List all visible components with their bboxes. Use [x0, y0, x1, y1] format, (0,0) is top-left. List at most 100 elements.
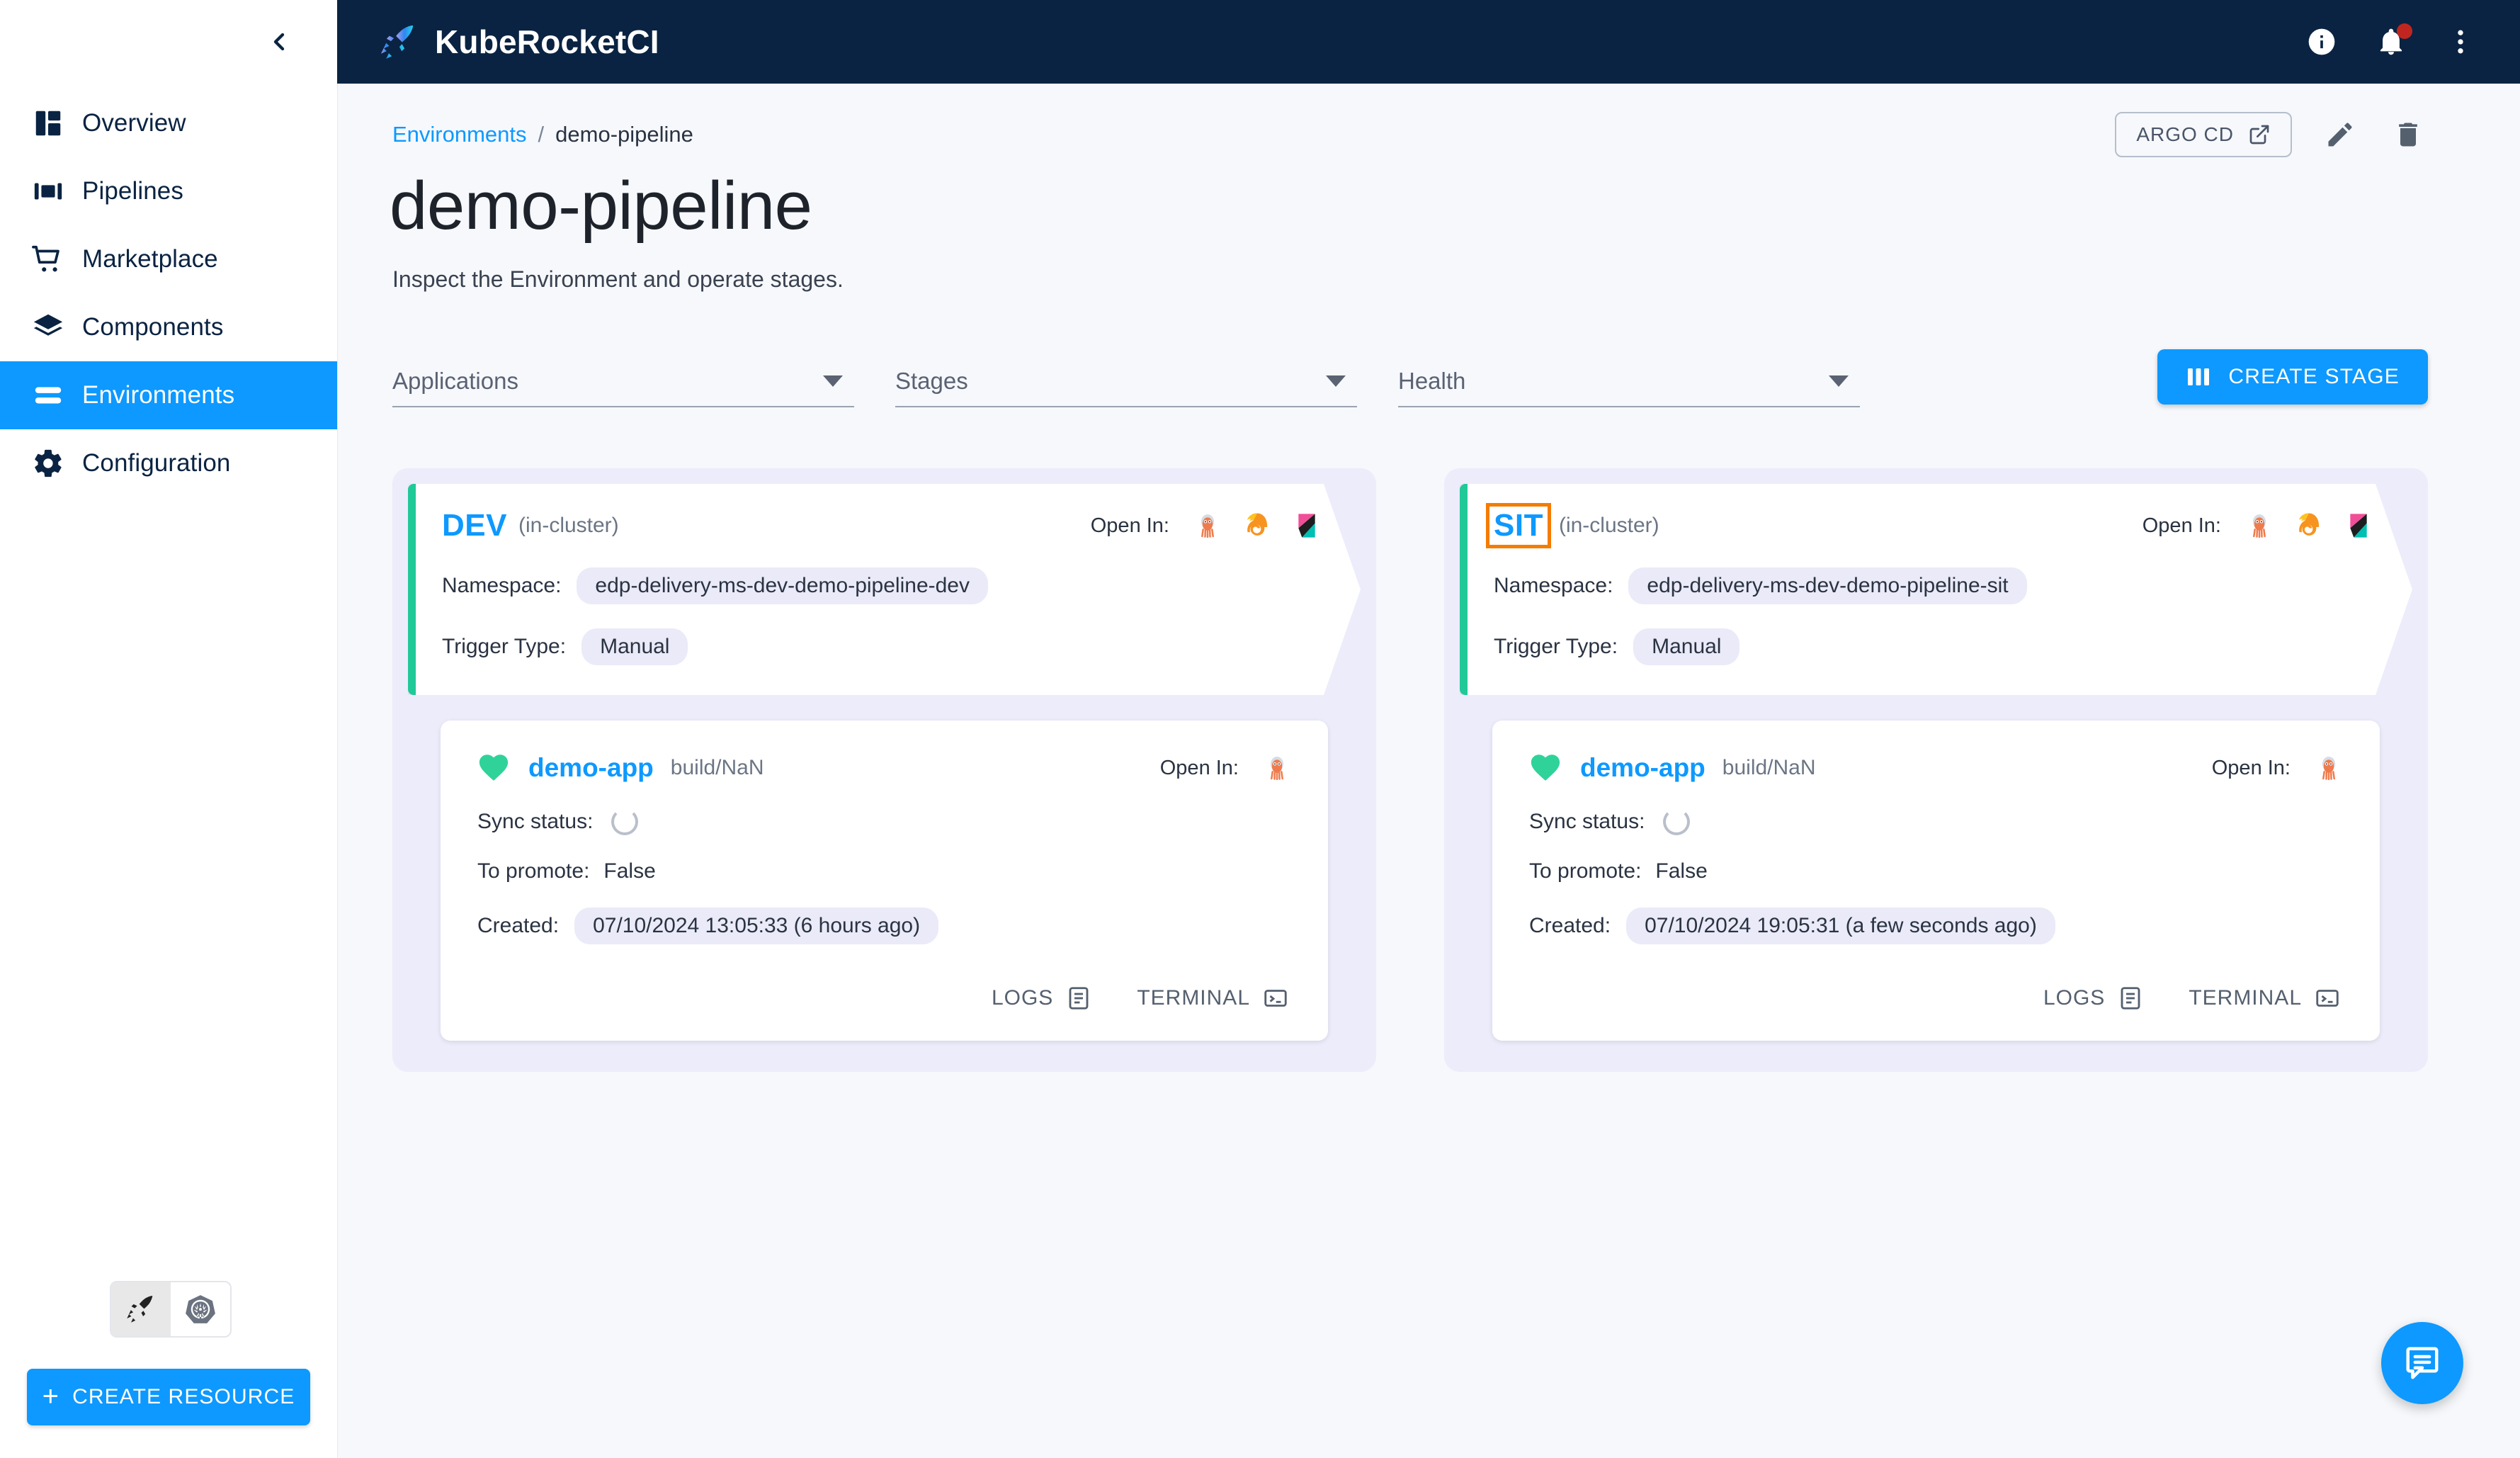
- view-toggle-group: [110, 1281, 232, 1338]
- trash-icon: [2393, 119, 2424, 150]
- sidebar-item-label: Overview: [82, 109, 186, 137]
- trigger-type-value: Manual: [581, 628, 688, 665]
- argocd-icon[interactable]: [1263, 754, 1291, 782]
- health-filter[interactable]: Health: [1398, 356, 1860, 407]
- application-build: build/NaN: [670, 756, 764, 779]
- namespace-value: edp-delivery-ms-dev-demo-pipeline-dev: [577, 567, 988, 604]
- stage-header-inner: DEV (in-cluster) Open In: Namespace: edp…: [408, 508, 1361, 665]
- stage-card: DEV (in-cluster) Open In: Namespace: edp…: [392, 468, 1376, 1072]
- stage-header-inner: SIT (in-cluster) Open In: Namespace: edp…: [1460, 508, 2412, 665]
- stages-filter[interactable]: Stages: [895, 356, 1357, 407]
- chevron-down-icon: [823, 375, 843, 387]
- notification-badge: [2397, 23, 2412, 39]
- logs-label: LOGS: [2043, 986, 2106, 1010]
- sidebar-item-label: Pipelines: [82, 177, 183, 205]
- stage-open-in: Open In:: [1091, 512, 1321, 540]
- logs-button[interactable]: LOGS: [989, 983, 1094, 1014]
- sidebar: Overview Pipelines Marketplace Component…: [0, 0, 337, 1458]
- external-link-icon: [2248, 123, 2271, 146]
- created-value: 07/10/2024 19:05:31 (a few seconds ago): [1626, 908, 2055, 944]
- sidebar-nav: Overview Pipelines Marketplace Component…: [0, 84, 337, 497]
- create-resource-button[interactable]: + CREATE RESOURCE: [27, 1369, 310, 1425]
- sidebar-collapse-button[interactable]: [0, 0, 337, 84]
- stage-trigger-row: Trigger Type: Manual: [1494, 628, 2373, 665]
- trigger-type-label: Trigger Type:: [442, 635, 567, 658]
- application-name-link[interactable]: demo-app: [528, 753, 654, 783]
- pencil-icon: [2325, 119, 2356, 150]
- kubernetes-icon: [184, 1293, 217, 1326]
- to-promote-row: To promote: False: [477, 859, 1291, 883]
- topbar: KubeRocketCI: [337, 0, 2520, 84]
- sidebar-item-environments[interactable]: Environments: [0, 361, 337, 429]
- stages-list: DEV (in-cluster) Open In: Namespace: edp…: [392, 468, 2428, 1072]
- sidebar-item-configuration[interactable]: Configuration: [0, 429, 337, 497]
- chevron-down-icon: [1326, 375, 1346, 387]
- argo-cd-button[interactable]: ARGO CD: [2115, 112, 2292, 157]
- stage-name-link[interactable]: SIT: [1494, 508, 1543, 543]
- page-title: demo-pipeline: [390, 168, 812, 244]
- stage-header: SIT (in-cluster) Open In: Namespace: edp…: [1460, 484, 2412, 695]
- namespace-label: Namespace:: [442, 574, 562, 597]
- view-toggle-rocket[interactable]: [111, 1282, 171, 1336]
- rocket-pen-icon: [125, 1293, 157, 1326]
- grafana-icon[interactable]: [1243, 512, 1271, 540]
- terminal-button[interactable]: TERMINAL: [1134, 983, 1291, 1014]
- created-row: Created: 07/10/2024 13:05:33 (6 hours ag…: [477, 908, 1291, 944]
- open-in-label: Open In:: [2211, 756, 2291, 779]
- application-open-in: Open In:: [1160, 754, 1291, 782]
- breadcrumb-row: Environments / demo-pipeline ARGO CD: [392, 112, 2428, 157]
- terminal-label: TERMINAL: [2189, 986, 2302, 1010]
- breadcrumb-link-environments[interactable]: Environments: [392, 122, 527, 147]
- sidebar-item-label: Environments: [82, 381, 235, 409]
- brand[interactable]: KubeRocketCI: [378, 22, 659, 62]
- kibana-icon[interactable]: [1293, 512, 1321, 540]
- applications-filter[interactable]: Applications: [392, 356, 854, 407]
- stage-title-row: DEV (in-cluster) Open In:: [442, 508, 1321, 543]
- stage-name-link[interactable]: DEV: [442, 508, 507, 543]
- stage-header: DEV (in-cluster) Open In: Namespace: edp…: [408, 484, 1361, 695]
- topbar-icons: [2306, 23, 2476, 57]
- sidebar-item-marketplace[interactable]: Marketplace: [0, 225, 337, 293]
- sidebar-item-overview[interactable]: Overview: [0, 89, 337, 157]
- terminal-button[interactable]: TERMINAL: [2186, 983, 2343, 1014]
- sidebar-item-pipelines[interactable]: Pipelines: [0, 157, 337, 225]
- stage-status-accent: [408, 484, 416, 695]
- argocd-icon[interactable]: [2315, 754, 2343, 782]
- stage-open-in: Open In:: [2142, 512, 2373, 540]
- pipelines-icon: [14, 175, 82, 208]
- sync-status-label: Sync status:: [477, 810, 594, 833]
- main-area: KubeRocketCI Environments / demo-pipelin…: [337, 0, 2520, 1458]
- stage-namespace-row: Namespace: edp-delivery-ms-dev-demo-pipe…: [1494, 567, 2373, 604]
- to-promote-label: To promote:: [477, 859, 590, 883]
- stage-status-accent: [1460, 484, 1468, 695]
- to-promote-label: To promote:: [1529, 859, 1642, 883]
- argocd-icon[interactable]: [2245, 512, 2274, 540]
- more-vertical-icon[interactable]: [2445, 26, 2476, 57]
- brand-name: KubeRocketCI: [435, 23, 659, 60]
- edit-button[interactable]: [2320, 115, 2360, 154]
- info-circle-icon[interactable]: [2306, 26, 2337, 57]
- create-stage-button[interactable]: CREATE STAGE: [2157, 349, 2428, 405]
- stage-card: SIT (in-cluster) Open In: Namespace: edp…: [1444, 468, 2428, 1072]
- kibana-icon[interactable]: [2344, 512, 2373, 540]
- application-name-link[interactable]: demo-app: [1580, 753, 1705, 783]
- chat-icon: [2403, 1344, 2441, 1382]
- created-label: Created:: [477, 914, 560, 937]
- chat-fab-button[interactable]: [2381, 1322, 2463, 1404]
- rocket-pen-logo-icon: [378, 22, 418, 62]
- delete-button[interactable]: [2388, 115, 2428, 154]
- bell-icon[interactable]: [2376, 23, 2412, 57]
- logs-button[interactable]: LOGS: [2041, 983, 2146, 1014]
- sidebar-item-components[interactable]: Components: [0, 293, 337, 361]
- grafana-icon[interactable]: [2295, 512, 2323, 540]
- cart-icon: [14, 243, 82, 276]
- argocd-icon[interactable]: [1193, 512, 1222, 540]
- dashboard-icon: [14, 107, 82, 140]
- columns-icon: [2186, 364, 2211, 390]
- stage-title-row: SIT (in-cluster) Open In:: [1494, 508, 2373, 543]
- logs-label: LOGS: [991, 986, 1054, 1010]
- trigger-type-value: Manual: [1633, 628, 1739, 665]
- breadcrumb: Environments / demo-pipeline: [392, 122, 693, 147]
- sync-status-row: Sync status:: [477, 808, 1291, 835]
- view-toggle-kubernetes[interactable]: [171, 1282, 230, 1336]
